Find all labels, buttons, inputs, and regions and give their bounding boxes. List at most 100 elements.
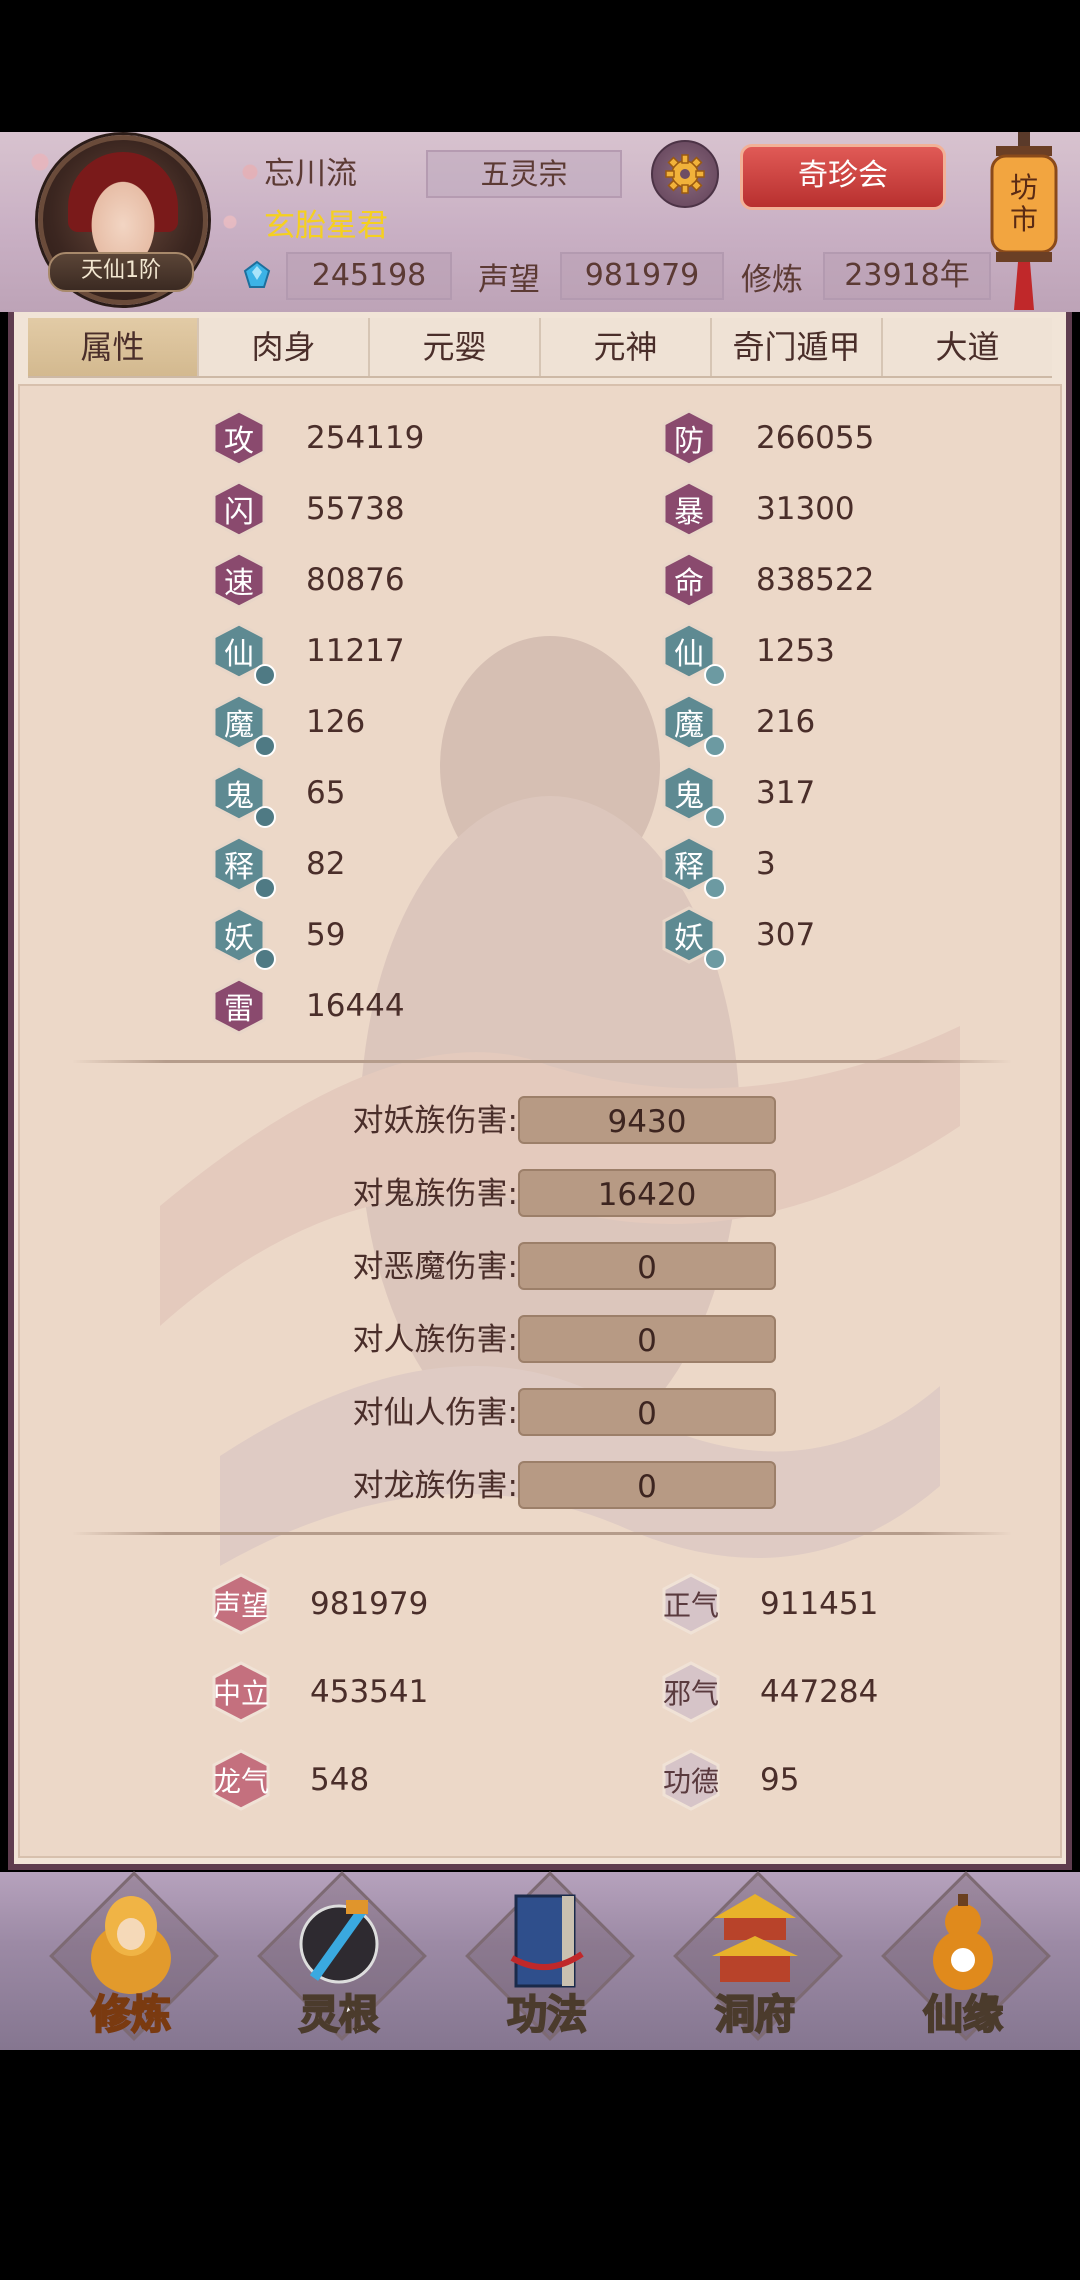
stat-thunder: 雷 16444 xyxy=(210,977,405,1035)
attr-reputation: 声望 981979 xyxy=(210,1573,428,1635)
cultivation-value: 23918年 xyxy=(823,252,991,300)
stat-immortal-attack: 仙 11217 xyxy=(210,622,405,686)
stat-value: 31300 xyxy=(756,491,855,527)
stat-buddha-attack: 释 82 xyxy=(210,835,345,899)
market-label: 坊市 xyxy=(1009,171,1038,236)
attribute-panel: 攻 254119 闪 55738 速 80876 仙 11217 魔 126 鬼… xyxy=(18,384,1062,1858)
stat-demon-defense: 魔 216 xyxy=(660,693,816,757)
merit-icon: 功德 xyxy=(660,1749,722,1811)
spirit-stone-icon xyxy=(243,260,271,288)
market-lantern-button[interactable]: 坊市 xyxy=(988,132,1060,312)
rank-badge: 天仙1阶 xyxy=(48,252,194,292)
stat-icon-demon: 魔 xyxy=(210,693,276,757)
stat-icon-speed: 速 xyxy=(210,551,268,609)
section-divider xyxy=(72,1060,1012,1063)
stat-value: 266055 xyxy=(756,420,875,456)
damage-label: 对鬼族伤害: xyxy=(352,1176,518,1212)
stat-dodge: 闪 55738 xyxy=(210,480,405,538)
stat-speed: 速 80876 xyxy=(210,551,405,609)
nav-cave-dwelling[interactable]: 洞府 xyxy=(673,1871,843,2042)
nav-cultivate[interactable]: 修炼 xyxy=(49,1871,219,2042)
attr-value: 548 xyxy=(310,1762,370,1798)
stat-immortal-defense: 仙 1253 xyxy=(660,622,835,686)
stat-icon-ghost: 鬼 xyxy=(210,764,276,828)
spirit-stone-count: 245198 xyxy=(286,252,452,300)
attr-value: 453541 xyxy=(310,1674,429,1710)
player-title: 玄胎星君 xyxy=(264,208,388,244)
stat-value: 55738 xyxy=(306,491,405,527)
stat-value: 254119 xyxy=(306,420,425,456)
stat-value: 216 xyxy=(756,704,816,740)
damage-row: 对鬼族伤害: 16420 xyxy=(20,1169,1060,1219)
damage-label: 对妖族伤害: xyxy=(352,1103,518,1139)
stat-value: 16444 xyxy=(306,988,405,1024)
damage-row: 对仙人伤害: 0 xyxy=(20,1388,1060,1438)
damage-row: 对人族伤害: 0 xyxy=(20,1315,1060,1365)
stat-icon-immortal: 仙 xyxy=(660,622,726,686)
nav-spirit-root[interactable]: 灵根 xyxy=(257,1871,427,2042)
stat-icon-attack: 攻 xyxy=(210,409,268,467)
attr-value: 911451 xyxy=(760,1586,879,1622)
stat-defense: 防 266055 xyxy=(660,409,874,467)
stat-value: 80876 xyxy=(306,562,405,598)
stat-value: 3 xyxy=(756,846,776,882)
shield-badge-icon xyxy=(704,806,726,828)
attack-badge-icon xyxy=(254,877,276,899)
tab-nascent-soul[interactable]: 元婴 xyxy=(370,318,541,376)
stat-value: 59 xyxy=(306,917,346,953)
nav-label: 修炼 xyxy=(90,1990,172,2039)
nav-label: 仙缘 xyxy=(922,1990,1004,2039)
damage-value: 0 xyxy=(518,1461,776,1509)
stat-value: 65 xyxy=(306,775,346,811)
stat-ghost-defense: 鬼 317 xyxy=(660,764,816,828)
stat-ghost-attack: 鬼 65 xyxy=(210,764,346,828)
damage-row: 对恶魔伤害: 0 xyxy=(20,1242,1060,1292)
stat-icon-immortal: 仙 xyxy=(210,622,276,686)
sect-name[interactable]: 五灵宗 xyxy=(426,150,622,198)
damage-value: 16420 xyxy=(518,1169,776,1217)
attr-dragon-qi: 龙气 548 xyxy=(210,1749,369,1811)
shield-badge-icon xyxy=(704,877,726,899)
stat-value: 317 xyxy=(756,775,816,811)
stat-icon-life: 命 xyxy=(660,551,718,609)
cultivation-label: 修炼 xyxy=(741,262,803,298)
reputation-label: 声望 xyxy=(478,262,540,298)
stat-icon-monster: 妖 xyxy=(660,906,726,970)
tab-body[interactable]: 肉身 xyxy=(199,318,370,376)
stat-monster-defense: 妖 307 xyxy=(660,906,816,970)
evil-icon: 邪气 xyxy=(660,1661,722,1723)
settings-button[interactable] xyxy=(651,140,719,208)
damage-row: 对龙族伤害: 0 xyxy=(20,1461,1060,1511)
stat-icon-thunder: 雷 xyxy=(210,977,268,1035)
reputation-icon: 声望 xyxy=(210,1573,272,1635)
stat-icon-defense: 防 xyxy=(660,409,718,467)
attr-evil: 邪气 447284 xyxy=(660,1661,878,1723)
stat-buddha-defense: 释 3 xyxy=(660,835,776,899)
stat-value: 307 xyxy=(756,917,816,953)
nav-label: 洞府 xyxy=(714,1990,796,2039)
damage-value: 9430 xyxy=(518,1096,776,1144)
stat-icon-buddha: 释 xyxy=(210,835,276,899)
attack-badge-icon xyxy=(254,735,276,757)
attr-neutral: 中立 453541 xyxy=(210,1661,428,1723)
gear-icon xyxy=(665,154,705,194)
tab-qimen-dunjia[interactable]: 奇门遁甲 xyxy=(712,318,883,376)
stat-icon-critical: 暴 xyxy=(660,480,718,538)
nav-label: 灵根 xyxy=(298,1990,380,2039)
shield-badge-icon xyxy=(704,948,726,970)
tab-great-dao[interactable]: 大道 xyxy=(883,318,1052,376)
stat-icon-ghost: 鬼 xyxy=(660,764,726,828)
nav-techniques[interactable]: 功法 xyxy=(465,1871,635,2042)
stat-monster-attack: 妖 59 xyxy=(210,906,346,970)
treasure-fair-button[interactable]: 奇珍会 xyxy=(740,144,946,210)
shield-badge-icon xyxy=(704,664,726,686)
dragon-qi-icon: 龙气 xyxy=(210,1749,272,1811)
tab-attributes[interactable]: 属性 xyxy=(28,318,199,376)
tab-bar: 属性 肉身 元婴 元神 奇门遁甲 大道 xyxy=(28,318,1052,378)
damage-value: 0 xyxy=(518,1242,776,1290)
damage-value: 0 xyxy=(518,1315,776,1363)
tab-primordial-spirit[interactable]: 元神 xyxy=(541,318,712,376)
attr-value: 95 xyxy=(760,1762,800,1798)
stat-icon-dodge: 闪 xyxy=(210,480,268,538)
nav-fate[interactable]: 仙缘 xyxy=(881,1871,1051,2042)
